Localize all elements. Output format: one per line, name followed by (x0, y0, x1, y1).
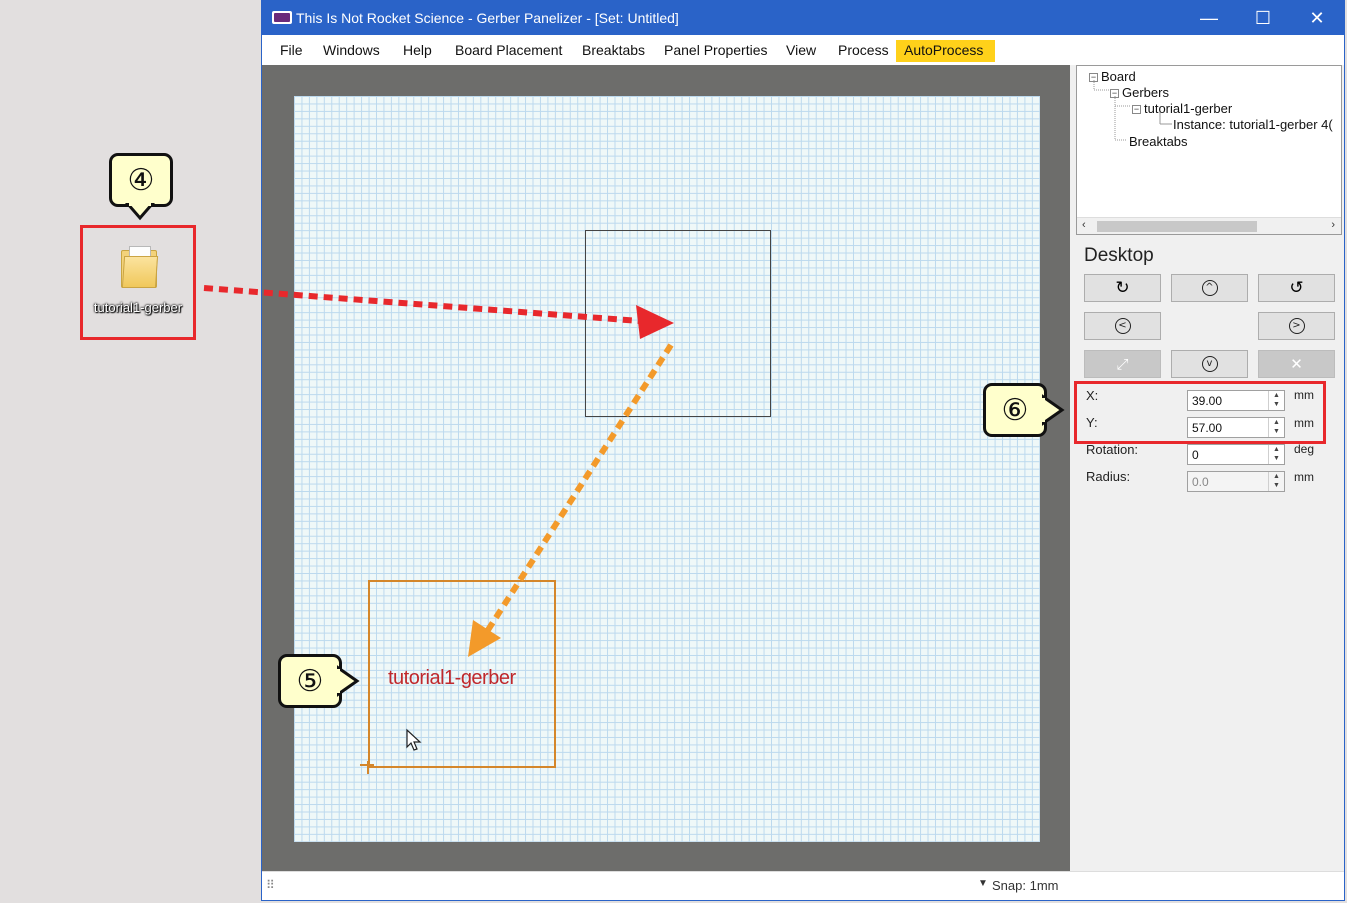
arrow-up-icon: ^ (1201, 280, 1218, 296)
desktop-icon-label: tutorial1-gerber (93, 300, 183, 315)
arrow-right-icon: > (1288, 318, 1305, 334)
callout-step-6: ⑥ (983, 383, 1047, 437)
board-instance[interactable]: tutorial1-gerber (368, 580, 556, 768)
folder-icon (121, 246, 159, 288)
mouse-cursor-icon (406, 728, 422, 751)
panel-target-outline (585, 230, 771, 417)
move-down-button[interactable]: v (1171, 350, 1248, 378)
radius-unit: mm (1294, 470, 1314, 484)
board-origin-marker (360, 761, 374, 774)
desktop-folder-icon-frame[interactable]: tutorial1-gerber (80, 225, 196, 340)
menu-help[interactable]: Help (395, 40, 440, 62)
rotate-cw-button[interactable]: ↻ (1084, 274, 1161, 302)
shrink-icon: ✕ (1290, 356, 1303, 373)
status-bar: ⠿ ▼ Snap: 1mm (262, 871, 1344, 900)
rotation-unit: deg (1294, 442, 1315, 456)
snap-status[interactable]: Snap: 1mm (992, 878, 1058, 893)
radius-spinner[interactable]: ▲ ▼ (1268, 472, 1284, 491)
rotation-input[interactable]: 0 ▲ ▼ (1187, 444, 1285, 465)
move-right-button[interactable]: > (1258, 312, 1335, 340)
scroll-left-icon[interactable]: ‹ (1082, 219, 1086, 231)
resize-grip-icon: ⠿ (266, 878, 275, 892)
arrow-left-icon: < (1114, 318, 1131, 334)
rotate-ccw-button[interactable]: ↺ (1258, 274, 1335, 302)
radius-input[interactable]: 0.0 ▲ ▼ (1187, 471, 1285, 492)
callout-step-5-pointer (337, 665, 360, 697)
scroll-thumb[interactable] (1097, 221, 1257, 232)
menu-breaktabs[interactable]: Breaktabs (574, 40, 653, 62)
rotation-spinner[interactable]: ▲ ▼ (1268, 445, 1284, 464)
menu-bar: File Windows Help Board Placement Breakt… (262, 35, 1344, 65)
window-title: This Is Not Rocket Science - Gerber Pane… (296, 10, 679, 26)
board-label: tutorial1-gerber (388, 667, 516, 689)
shrink-button[interactable]: ✕ (1258, 350, 1335, 378)
rotate-ccw-icon: ↺ (1289, 278, 1304, 297)
canvas-area[interactable]: tutorial1-gerber (262, 65, 1070, 871)
expand-icon: ⤢ (1116, 355, 1129, 373)
app-window: This Is Not Rocket Science - Gerber Pane… (261, 0, 1345, 901)
minimize-button[interactable]: — (1182, 1, 1236, 35)
menu-file[interactable]: File (272, 40, 311, 62)
menu-windows[interactable]: Windows (315, 40, 388, 62)
panel-section-title: Desktop (1084, 245, 1154, 266)
rotation-label: Rotation: (1086, 442, 1139, 457)
board-tree-view[interactable]: − Board − Gerbers − tutorial1-gerber Instan… (1076, 65, 1342, 235)
menu-board-placement[interactable]: Board Placement (447, 40, 570, 62)
expand-button[interactable]: ⤢ (1084, 350, 1161, 378)
radius-label: Radius: (1086, 469, 1131, 484)
tree-horizontal-scrollbar[interactable]: ‹ › (1077, 217, 1341, 234)
title-bar[interactable]: This Is Not Rocket Science - Gerber Pane… (262, 1, 1344, 35)
xy-highlight-frame (1074, 381, 1326, 444)
rotate-cw-icon: ↻ (1115, 278, 1130, 297)
menu-process[interactable]: Process (830, 40, 897, 62)
close-button[interactable]: ✕ (1290, 1, 1344, 35)
dropdown-arrow-icon[interactable]: ▼ (978, 878, 988, 889)
arrow-down-icon: v (1201, 356, 1218, 372)
menu-panel-properties[interactable]: Panel Properties (656, 40, 776, 62)
app-icon (272, 11, 292, 24)
callout-step-4: ④ (109, 153, 173, 207)
right-panel: − Board − Gerbers − tutorial1-gerber Instan… (1070, 65, 1344, 871)
tree-connector-lines (1093, 80, 1172, 141)
move-up-button[interactable]: ^ (1171, 274, 1248, 302)
callout-step-4-pointer (125, 203, 155, 221)
move-left-button[interactable]: < (1084, 312, 1161, 340)
scroll-right-icon[interactable]: › (1331, 219, 1335, 231)
callout-step-6-pointer (1042, 394, 1065, 426)
callout-step-5: ⑤ (278, 654, 342, 708)
tree-node-instance[interactable]: Instance: tutorial1-gerber 4( (1173, 117, 1333, 132)
maximize-button[interactable]: ☐ (1236, 1, 1290, 35)
menu-view[interactable]: View (778, 40, 824, 62)
menu-autoprocess[interactable]: AutoProcess (896, 40, 995, 62)
